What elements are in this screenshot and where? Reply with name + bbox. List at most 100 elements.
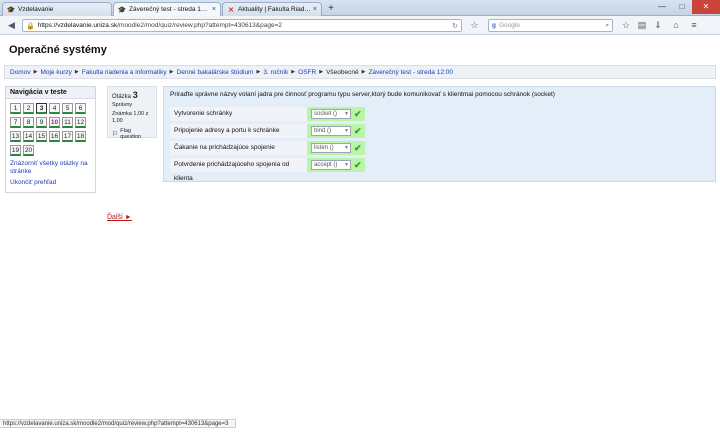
question-number: Otázka 3 bbox=[112, 90, 152, 100]
matching-row: Pripojenie adresy a portu k schránke bin… bbox=[170, 123, 365, 138]
breadcrumb-separator: ▶ bbox=[33, 69, 38, 75]
question-info: Otázka 3 Správny Známka 1,00 z 1,00 ⚐ Fl… bbox=[107, 86, 157, 140]
moodle-icon: 🎓 bbox=[117, 6, 127, 14]
finish-review-link[interactable]: Ukončiť prehľad bbox=[10, 179, 56, 187]
matching-stem: Čakanie na prichádzajúce spojenie bbox=[170, 140, 308, 155]
question-button-flagged[interactable]: 10 bbox=[49, 117, 60, 128]
search-input[interactable]: g Google ⌕ bbox=[488, 19, 613, 32]
matching-row: Čakanie na prichádzajúce spojenie listen… bbox=[170, 140, 365, 155]
show-all-questions-link[interactable]: Znázorniť všetky otázky na stránke bbox=[10, 160, 88, 176]
question-button[interactable]: 17 bbox=[62, 131, 73, 142]
home-icon[interactable]: ⌂ bbox=[670, 19, 682, 32]
breadcrumb-quiz[interactable]: Záverečný test - streda 12:00 bbox=[368, 69, 453, 76]
download-icon[interactable]: ⇓ bbox=[652, 19, 664, 32]
matching-row: Potvrdenie prichádzajúceho spojenia od k… bbox=[170, 157, 365, 182]
question-button[interactable]: 1 bbox=[10, 103, 21, 114]
answer-select-value: socket () bbox=[314, 110, 338, 117]
checkmark-icon: ✔ bbox=[354, 142, 362, 153]
matching-stem: Vytvorenie schránky bbox=[170, 106, 308, 121]
question-button[interactable]: 19 bbox=[10, 145, 21, 156]
flag-question-label: Flag question bbox=[120, 128, 142, 140]
breadcrumb-faculty[interactable]: Fakulta riadenia a informatiky bbox=[82, 69, 167, 76]
search-icon[interactable]: ⌕ bbox=[605, 22, 609, 30]
answer-select-value: listen () bbox=[314, 144, 334, 151]
answer-select[interactable]: socket () ▼ bbox=[311, 108, 351, 119]
navigation-bar: ◀ 🔒 https://vzdelavanie.uniza.sk /moodle… bbox=[0, 16, 720, 35]
tab-quiz[interactable]: 🎓 Záverečný test - streda 12:00 × bbox=[113, 2, 221, 16]
question-button[interactable]: 13 bbox=[10, 131, 21, 142]
tab-aktuality[interactable]: ✕ Aktuality | Fakulta Riadenia... × bbox=[222, 2, 322, 16]
back-icon[interactable]: ◀ bbox=[5, 19, 18, 32]
bookmark-star-icon[interactable]: ☆ bbox=[468, 19, 481, 32]
google-icon: g bbox=[492, 22, 496, 29]
question-button[interactable]: 6 bbox=[75, 103, 86, 114]
blank-area bbox=[610, 38, 716, 52]
close-tab-icon[interactable]: × bbox=[313, 6, 317, 13]
checkmark-icon: ✔ bbox=[354, 159, 362, 170]
maximize-button[interactable]: □ bbox=[672, 0, 692, 14]
matching-answer-cell: bind () ▼ ✔ bbox=[308, 123, 365, 138]
matching-stem: Pripojenie adresy a portu k schránke bbox=[170, 123, 308, 138]
question-label: Otázka bbox=[112, 94, 132, 100]
question-button[interactable]: 12 bbox=[75, 117, 86, 128]
x-icon: ✕ bbox=[228, 6, 234, 14]
tab-vzdelavanie[interactable]: 🎓 Vzdelavanie bbox=[2, 2, 112, 16]
url-bar[interactable]: 🔒 https://vzdelavanie.uniza.sk /moodle2/… bbox=[22, 19, 462, 32]
breadcrumb-separator: ▶ bbox=[319, 69, 324, 75]
matching-answer-cell: accept () ▼ ✔ bbox=[308, 157, 365, 172]
breadcrumb-separator: ▶ bbox=[361, 69, 366, 75]
breadcrumb-my-courses[interactable]: Moje kurzy bbox=[40, 69, 71, 76]
answer-select-value: accept () bbox=[314, 161, 338, 168]
matching-stem: Potvrdenie prichádzajúceho spojenia od k… bbox=[170, 157, 308, 182]
chevron-down-icon: ▼ bbox=[344, 144, 349, 151]
menu-icon[interactable]: ≡ bbox=[688, 19, 700, 32]
question-button[interactable]: 4 bbox=[49, 103, 60, 114]
next-page-link[interactable]: Ďalší ► bbox=[107, 214, 132, 221]
search-placeholder: Google bbox=[498, 22, 520, 29]
answer-select[interactable]: bind () ▼ bbox=[311, 125, 351, 136]
question-button[interactable]: 20 bbox=[23, 145, 34, 156]
flag-icon: ⚐ bbox=[112, 131, 119, 138]
question-button[interactable]: 7 bbox=[10, 117, 21, 128]
matching-row: Vytvorenie schránky socket () ▼ ✔ bbox=[170, 106, 365, 121]
question-button[interactable]: 18 bbox=[75, 131, 86, 142]
close-tab-icon[interactable]: × bbox=[212, 6, 216, 13]
checkmark-icon: ✔ bbox=[354, 125, 362, 136]
question-state: Správny bbox=[112, 102, 133, 108]
question-button-current[interactable]: 3 bbox=[36, 103, 47, 114]
question-button[interactable]: 11 bbox=[62, 117, 73, 128]
tab-strip: 🎓 Vzdelavanie 🎓 Záverečný test - streda … bbox=[0, 0, 720, 16]
new-tab-button[interactable]: + bbox=[324, 2, 338, 15]
answer-select[interactable]: listen () ▼ bbox=[311, 142, 351, 153]
flag-question-button[interactable]: ⚐ Flag question bbox=[112, 128, 152, 140]
breadcrumb-separator: ▶ bbox=[291, 69, 296, 75]
url-host: https://vzdelavanie.uniza.sk bbox=[37, 22, 118, 29]
show-all-line-2: stránke bbox=[10, 168, 32, 175]
question-button[interactable]: 2 bbox=[23, 103, 34, 114]
breadcrumb-study[interactable]: Denné bakalárske štúdium bbox=[177, 69, 254, 76]
moodle-icon: 🎓 bbox=[6, 6, 16, 14]
breadcrumb-separator: ▶ bbox=[74, 69, 79, 75]
bookmarks-icon[interactable]: ▤ bbox=[636, 19, 648, 32]
question-button[interactable]: 14 bbox=[23, 131, 34, 142]
question-button[interactable]: 5 bbox=[62, 103, 73, 114]
minimize-button[interactable]: — bbox=[652, 0, 672, 14]
breadcrumb-home[interactable]: Domov bbox=[10, 69, 31, 76]
question-button-grid: 1 2 3 4 5 6 7 8 9 10 11 12 13 14 15 16 1… bbox=[10, 103, 94, 156]
tab-label: Vzdelavanie bbox=[18, 6, 54, 13]
question-button[interactable]: 16 bbox=[49, 131, 60, 142]
breadcrumb-year[interactable]: 3. ročník bbox=[263, 69, 288, 76]
question-button[interactable]: 8 bbox=[23, 117, 34, 128]
star-icon[interactable]: ☆ bbox=[620, 19, 632, 32]
answer-select[interactable]: accept () ▼ bbox=[311, 159, 351, 170]
url-path: /moodle2/mod/quiz/review.php?attempt=430… bbox=[117, 22, 283, 29]
checkmark-icon: ✔ bbox=[354, 108, 362, 119]
question-button[interactable]: 15 bbox=[36, 131, 47, 142]
matching-table: Vytvorenie schránky socket () ▼ ✔ Pripoj… bbox=[170, 106, 365, 182]
tab-label: Aktuality | Fakulta Riadenia... bbox=[238, 6, 311, 13]
close-window-button[interactable]: ✕ bbox=[692, 0, 720, 14]
breadcrumb-course[interactable]: OSFR bbox=[298, 69, 316, 76]
breadcrumb-separator: ▶ bbox=[169, 69, 174, 75]
question-button[interactable]: 9 bbox=[36, 117, 47, 128]
reload-icon[interactable]: ↻ bbox=[452, 22, 458, 30]
